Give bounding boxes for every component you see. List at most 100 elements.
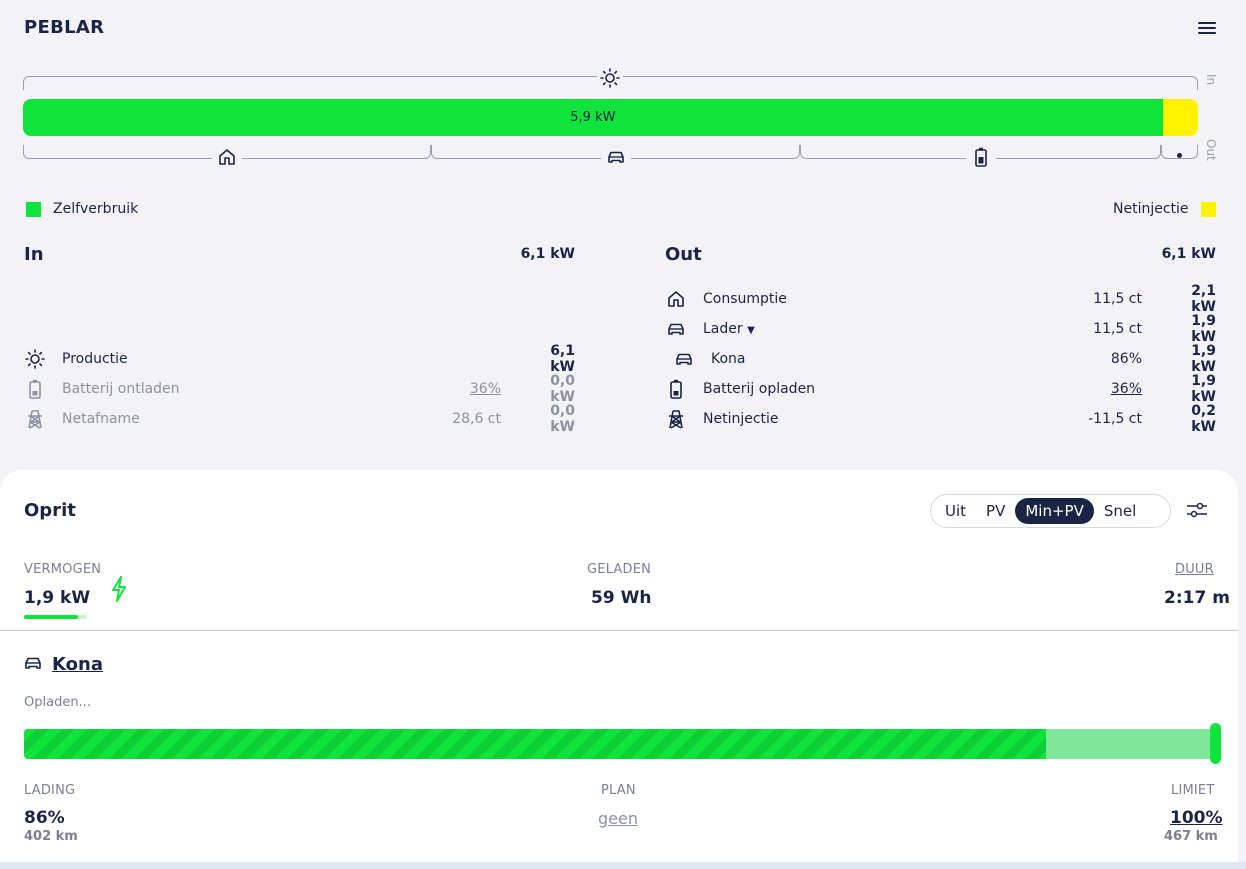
grid-feed-segment [1162,99,1198,136]
in-side-label: In [1204,74,1218,86]
row-value: 0,2 kW [1191,403,1216,435]
row-label: Batterij ontladen [62,381,180,397]
self-swatch [26,201,41,217]
out-row-consumption: Consumptie 11,5 ct 2,1 kW [665,283,1216,315]
plan-link[interactable]: geen [598,809,638,828]
row-value: 6,1 kW [550,343,575,375]
app-title: PEBLAR [24,17,105,38]
vehicle-name-link[interactable]: Kona [52,654,103,675]
row-label: Kona [711,351,746,367]
sun-icon [597,67,623,89]
mode-pv[interactable]: PV [976,498,1015,524]
out-row-charger[interactable]: Lader ▼ 11,5 ct 1,9 kW [665,313,1216,345]
row-mid: 28,6 ct [452,411,501,427]
charger-toggle[interactable]: Lader ▼ [703,321,1072,337]
charging-bolt-icon [110,576,128,606]
soc-progress-fill [24,729,1046,759]
bottom-edge [0,862,1246,869]
in-row-battery: Batterij ontladen 36% 0,0 kW [24,373,575,405]
home-icon [665,290,687,308]
in-total: 6,1 kW [520,246,575,262]
power-label: VERMOGEN [24,562,102,577]
legend-grid: Netinjectie [1113,201,1216,217]
grid-swatch [1200,201,1216,217]
row-mid: 11,5 ct [1093,321,1142,337]
row-label: Lader [703,321,743,337]
row-value: 1,9 kW [1191,343,1216,375]
battery-icon [665,379,687,399]
car-icon [601,146,631,168]
battery-soc-link[interactable]: 36% [431,381,501,397]
row-value: 2,1 kW [1191,283,1216,315]
out-row-battery: Batterij opladen 36% 1,9 kW [665,373,1216,405]
battery-icon [24,379,46,399]
in-section: In 6,1 kW [24,243,575,265]
charged-value: 59 Wh [591,588,652,608]
out-row-grid: Netinjectie -11,5 ct 0,2 kW [665,403,1216,435]
home-icon [212,146,242,168]
in-row-grid: Netafname 28,6 ct 0,0 kW [24,403,575,435]
soc-progress-bar [24,729,1212,759]
limit-range: 467 km [1164,829,1218,844]
self-consumption-segment: 5,9 kW [23,99,1163,136]
car-icon [665,322,687,336]
row-label: Netafname [62,411,140,427]
grid-tower-icon [665,409,687,429]
soc-range: 402 km [24,829,78,844]
row-mid: 11,5 ct [1093,291,1142,307]
in-row-production: Productie 6,1 kW [24,343,575,375]
mode-selector[interactable]: Uit PV Min+PV Snel [930,494,1171,528]
row-label: Consumptie [703,291,787,307]
out-section: Out 6,1 kW [665,243,1216,265]
vehicle-status: Opladen... [24,695,91,710]
row-value: 0,0 kW [550,373,575,405]
limit-value-link[interactable]: 100% [1170,808,1223,828]
car-icon [24,655,42,674]
card-divider [0,630,1238,631]
battery-icon [966,146,996,168]
plan-label: PLAN [601,783,636,798]
caret-down-icon: ▼ [747,325,755,336]
settings-sliders-icon[interactable] [1186,501,1210,521]
duration-value: 2:17 m [1164,588,1230,608]
charged-label: GELADEN [587,562,652,577]
duration-label[interactable]: DUUR [1175,562,1214,577]
legend-self-label: Zelfverbruik [53,201,139,217]
row-label: Batterij opladen [703,381,816,397]
battery-soc-link[interactable]: 36% [1072,381,1142,397]
row-mid: 86% [1110,351,1142,367]
in-rows: Productie 6,1 kW Batterij ontladen 36% 0… [24,343,575,435]
limit-handle[interactable] [1210,723,1221,764]
out-title: Out [665,243,702,265]
row-mid: -11,5 ct [1088,411,1142,427]
power-bar-track [24,615,87,619]
car-icon [673,352,695,366]
flow-bar-value: 5,9 kW [570,110,616,125]
power-value: 1,9 kW [24,588,91,608]
grid-dot-icon [1177,153,1182,158]
mode-fast[interactable]: Snel [1094,498,1146,524]
limit-label: LIMIET [1171,783,1215,798]
energy-flow-bar: 5,9 kW [23,99,1198,136]
sun-icon [24,349,46,369]
out-total: 6,1 kW [1161,246,1216,262]
soc-label: LADING [24,783,76,798]
loadpoint-title: Oprit [24,500,76,521]
power-bar-fill [24,615,79,619]
soc-value: 86% [24,808,65,828]
legend-self: Zelfverbruik [26,201,138,217]
row-value: 0,0 kW [550,403,575,435]
row-label: Productie [62,351,128,367]
legend-grid-label: Netinjectie [1113,201,1189,217]
row-value: 1,9 kW [1191,373,1216,405]
loadpoint-card [0,470,1238,862]
mode-minpv[interactable]: Min+PV [1015,498,1094,524]
vehicle-header: Kona [24,654,103,675]
out-rows: Consumptie 11,5 ct 2,1 kW Lader ▼ 11,5 c… [665,283,1216,435]
out-row-vehicle: Kona 86% 1,9 kW [665,343,1216,375]
hamburger-icon[interactable] [1198,20,1216,38]
row-value: 1,9 kW [1191,313,1216,345]
mode-off[interactable]: Uit [935,498,976,524]
grid-tower-icon [24,409,46,429]
in-title: In [24,243,44,265]
